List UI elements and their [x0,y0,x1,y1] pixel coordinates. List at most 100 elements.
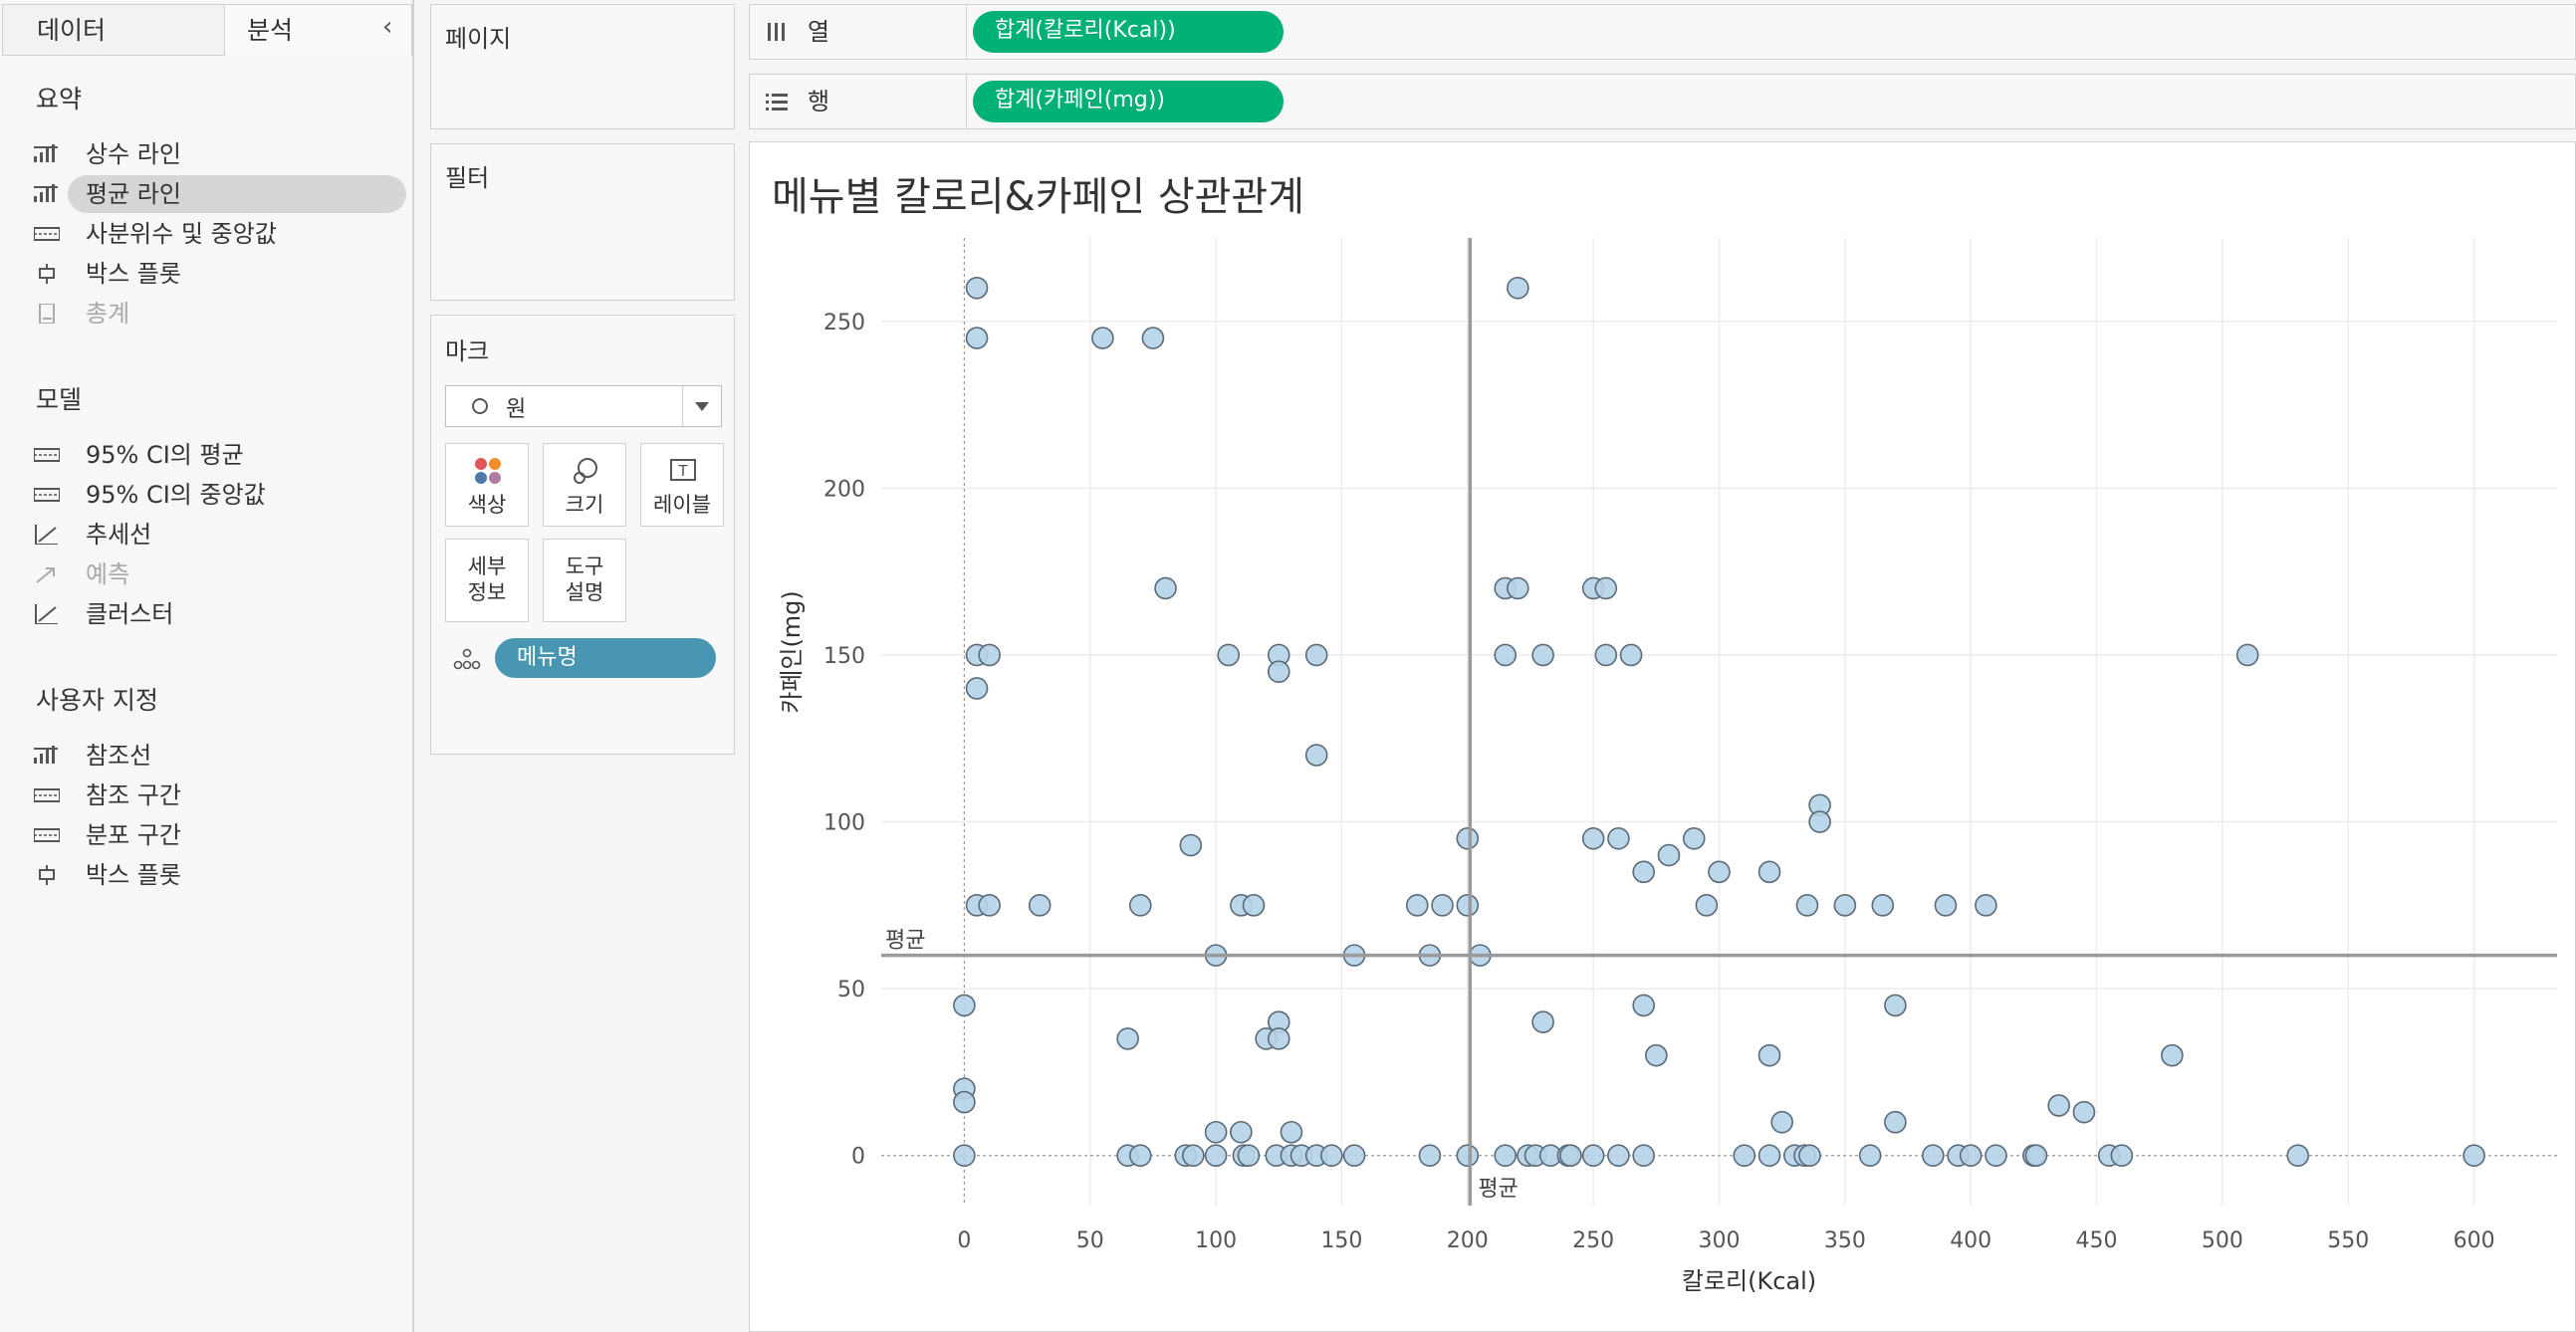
data-point[interactable] [1619,643,1643,667]
analytics-item[interactable]: 95% CI의 평균 [34,436,408,474]
size-button[interactable]: 크기 [543,443,626,527]
data-point[interactable] [1559,1144,1582,1168]
data-point[interactable] [1204,1144,1228,1168]
data-point[interactable] [1128,1144,1152,1168]
data-point[interactable] [1217,643,1241,667]
data-point[interactable] [965,327,989,349]
data-point[interactable] [953,1144,976,1168]
data-point[interactable] [1682,827,1706,850]
analytics-item[interactable]: 분포 구간 [34,816,408,854]
data-point[interactable] [1230,1120,1253,1144]
analytics-item[interactable]: 박스 플롯 [34,856,408,894]
data-point[interactable] [978,894,1001,917]
data-point[interactable] [1985,1144,2007,1168]
label-button[interactable]: T 레이블 [640,443,724,527]
caffeine-sum-pill[interactable]: 합계(카페인(mg)) [973,81,1284,122]
data-point[interactable] [1141,327,1165,349]
data-point[interactable] [1975,894,1997,917]
data-point[interactable] [1431,894,1454,917]
calories-sum-pill[interactable]: 합계(칼로리(Kcal)) [973,11,1284,53]
data-point[interactable] [1267,1027,1290,1050]
data-point[interactable] [1456,1144,1480,1168]
data-point[interactable] [2110,1144,2134,1168]
data-point[interactable] [1708,860,1731,884]
data-point[interactable] [1405,894,1429,917]
data-point[interactable] [1757,860,1781,884]
tab-data[interactable]: 데이터 [2,4,225,56]
tooltip-button[interactable]: 도구 설명 [543,539,626,622]
data-point[interactable] [1594,576,1618,600]
menu-name-pill[interactable]: 메뉴명 [495,638,716,678]
data-point[interactable] [1320,1144,1343,1168]
data-point[interactable] [1128,894,1152,917]
data-point[interactable] [978,643,1001,667]
analytics-item[interactable]: 박스 플롯 [34,255,408,293]
chevron-down-icon[interactable] [682,386,721,426]
data-point[interactable] [1267,660,1290,684]
color-button[interactable]: 색상 [445,443,529,527]
data-point[interactable] [1237,1144,1261,1168]
mark-type-dropdown[interactable]: 원 [445,385,722,427]
data-point[interactable] [965,276,989,300]
data-point[interactable] [1607,1144,1630,1168]
data-point[interactable] [1456,827,1480,850]
analytics-item[interactable]: 참조선 [34,737,408,775]
analytics-item[interactable]: 95% CI의 중앙값 [34,476,408,514]
data-point[interactable] [1182,1144,1205,1168]
data-point[interactable] [1833,894,1857,917]
collapse-pane-icon[interactable]: ‹ [382,12,392,42]
data-point[interactable] [953,1090,976,1114]
analytics-item[interactable]: 평균 라인 [34,175,408,213]
data-point[interactable] [1733,1144,1756,1168]
data-point[interactable] [1795,894,1819,917]
analytics-item[interactable]: 클러스터 [34,595,408,633]
data-point[interactable] [1581,1144,1605,1168]
data-point[interactable] [1808,810,1831,833]
data-point[interactable] [2161,1043,2184,1067]
data-point[interactable] [965,677,989,700]
data-point[interactable] [1116,1027,1139,1050]
data-point[interactable] [2072,1100,2096,1124]
data-point[interactable] [1342,1144,1366,1168]
data-point[interactable] [1632,1144,1655,1168]
pages-card[interactable]: 페이지 [430,4,735,129]
data-point[interactable] [1632,994,1655,1017]
data-point[interactable] [1494,643,1518,667]
data-point[interactable] [2235,643,2259,667]
data-point[interactable] [1581,827,1605,850]
data-point[interactable] [2462,1144,2485,1168]
data-point[interactable] [1304,744,1328,767]
data-point[interactable] [1304,643,1328,667]
data-point[interactable] [1884,994,1907,1017]
data-point[interactable] [1757,1144,1781,1168]
data-point[interactable] [1695,894,1719,917]
data-point[interactable] [1531,1010,1554,1033]
detail-button[interactable]: 세부 정보 [445,539,529,622]
analytics-item[interactable]: 추세선 [34,516,408,554]
analytics-item[interactable]: 참조 구간 [34,777,408,814]
data-point[interactable] [2047,1094,2070,1117]
scatter-plot[interactable]: 0 50 100 150 200 250 300 350 400 450 500 550 600 0 50 1… [750,142,2575,1331]
data-point[interactable] [1507,576,1529,600]
data-point[interactable] [2286,1144,2310,1168]
data-point[interactable] [1632,860,1655,884]
data-point[interactable] [1934,894,1958,917]
data-point[interactable] [1798,1144,1821,1168]
data-point[interactable] [1091,327,1114,349]
data-point[interactable] [1507,276,1529,300]
analytics-item[interactable]: 사분위수 및 중앙값 [34,215,408,253]
data-point[interactable] [1959,1144,1983,1168]
data-point[interactable] [1204,1120,1228,1144]
data-point[interactable] [1494,1144,1518,1168]
data-point[interactable] [1418,1144,1442,1168]
data-point[interactable] [1154,576,1177,600]
data-point[interactable] [1645,1043,1668,1067]
data-point[interactable] [1531,643,1554,667]
data-point[interactable] [2024,1144,2048,1168]
filters-card[interactable]: 필터 [430,143,735,301]
data-point[interactable] [1179,833,1203,857]
data-point[interactable] [1871,894,1895,917]
data-point[interactable] [1242,894,1266,917]
data-point[interactable] [1594,643,1618,667]
data-point[interactable] [1921,1144,1945,1168]
